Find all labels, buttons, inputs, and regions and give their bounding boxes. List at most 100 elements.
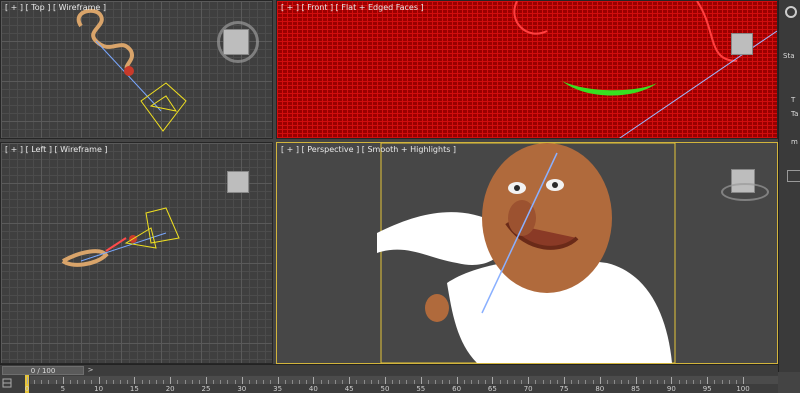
frame-tick xyxy=(392,380,394,384)
frame-tick xyxy=(442,380,444,384)
frame-tick xyxy=(62,377,64,384)
frame-tick xyxy=(449,380,451,384)
perspective-scene xyxy=(377,143,676,363)
frame-tick xyxy=(84,380,86,384)
frame-tick xyxy=(263,380,265,384)
frame-tick xyxy=(41,380,43,384)
frame-tick xyxy=(241,377,243,384)
frame-tick xyxy=(256,380,258,384)
frame-tick xyxy=(248,380,250,384)
viewcube-icon[interactable] xyxy=(227,171,249,193)
panel-input[interactable] xyxy=(787,170,800,182)
frame-tick xyxy=(120,380,122,384)
viewcube-ring[interactable] xyxy=(721,183,769,201)
panel-item: Ta xyxy=(791,110,799,118)
viewport-top[interactable]: [ + ] [ Top ] [ Wireframe ] xyxy=(0,0,273,139)
frame-tick xyxy=(55,380,57,384)
frame-tick xyxy=(721,380,723,384)
frame-tick-label: 55 xyxy=(416,385,426,393)
frame-tick xyxy=(628,380,630,384)
frame-tick xyxy=(463,380,465,384)
frame-tick xyxy=(614,380,616,384)
character-hand xyxy=(425,294,449,322)
frame-tick xyxy=(542,380,544,384)
time-slider-thumb[interactable]: 0 / 100 xyxy=(2,366,84,375)
frame-tick xyxy=(606,380,608,384)
frame-tick xyxy=(521,380,523,384)
frame-tick xyxy=(678,380,680,384)
frame-tick xyxy=(406,380,408,384)
frame-tick xyxy=(735,380,737,384)
frame-tick xyxy=(664,380,666,384)
frame-tick xyxy=(599,377,601,384)
frame-tick-label: 95 xyxy=(702,385,712,393)
frame-tick xyxy=(34,380,36,384)
camera-target-line xyxy=(95,40,162,112)
frame-tick xyxy=(370,380,372,384)
viewport-top-label[interactable]: [ + ] [ Top ] [ Wireframe ] xyxy=(5,3,106,12)
frame-tick xyxy=(284,380,286,384)
command-panel[interactable]: Sta T Ta m xyxy=(778,0,800,372)
key-filter-icon[interactable] xyxy=(2,378,12,388)
viewport-left[interactable]: [ + ] [ Left ] [ Wireframe ] xyxy=(0,142,273,364)
panel-item[interactable]: Sta xyxy=(783,52,794,60)
viewport-perspective[interactable]: [ + ] [ Perspective ] [ Smooth + Highlig… xyxy=(276,142,778,364)
frame-tick xyxy=(528,377,530,384)
frame-tick-label: 70 xyxy=(523,385,533,393)
camera-line xyxy=(619,30,777,138)
frame-tick xyxy=(306,380,308,384)
frame-tick xyxy=(342,380,344,384)
camera-frustum-inner xyxy=(149,95,178,112)
frame-tick xyxy=(227,380,229,384)
viewport-front[interactable]: [ + ] [ Front ] [ Flat + Edged Faces ] xyxy=(276,0,778,139)
frame-tick-label: 40 xyxy=(308,385,318,393)
frame-tick xyxy=(277,377,279,384)
frame-tick xyxy=(743,377,744,384)
frame-tick xyxy=(585,380,587,384)
frame-tick-label: 75 xyxy=(559,385,569,393)
frame-tick xyxy=(377,380,379,384)
frame-tick xyxy=(714,380,716,384)
frame-tick xyxy=(692,380,694,384)
frame-tick-label: 85 xyxy=(631,385,641,393)
frame-tick xyxy=(492,377,494,384)
frame-tick xyxy=(506,380,508,384)
viewcube-icon[interactable] xyxy=(731,33,753,55)
frame-tick xyxy=(141,380,143,384)
front-scene xyxy=(513,1,777,138)
frame-tick xyxy=(385,377,386,384)
frame-tick xyxy=(213,380,215,384)
frame-tick xyxy=(700,380,702,384)
frame-tick xyxy=(198,380,200,384)
frame-tick xyxy=(291,380,293,384)
frame-tick xyxy=(420,377,422,384)
frame-tick xyxy=(105,380,107,384)
frame-tick xyxy=(578,380,580,384)
frame-tick xyxy=(685,380,687,384)
frame-tick-label: 65 xyxy=(487,385,497,393)
frame-tick xyxy=(427,380,429,384)
next-frame-icon[interactable]: > xyxy=(86,366,95,375)
frame-tick xyxy=(349,377,351,384)
frame-tick xyxy=(571,380,573,384)
viewcube-icon[interactable] xyxy=(223,29,249,55)
frame-tick-label: 50 xyxy=(380,385,390,393)
frame-tick xyxy=(649,380,651,384)
viewport-front-label[interactable]: [ + ] [ Front ] [ Flat + Edged Faces ] xyxy=(281,3,424,12)
frame-tick xyxy=(327,380,329,384)
frame-tick-label: 25 xyxy=(201,385,211,393)
frame-tick xyxy=(134,377,136,384)
viewport-perspective-label[interactable]: [ + ] [ Perspective ] [ Smooth + Highlig… xyxy=(281,145,456,154)
frame-tick-label: 60 xyxy=(452,385,462,393)
frame-tick xyxy=(399,380,401,384)
light-object xyxy=(124,66,134,76)
frame-tick-label: 100 xyxy=(736,385,750,393)
frame-tick xyxy=(635,377,637,384)
frame-tick xyxy=(564,377,565,384)
frame-tick xyxy=(535,380,537,384)
viewport-left-label[interactable]: [ + ] [ Left ] [ Wireframe ] xyxy=(5,145,108,154)
trackbar[interactable]: 0 5 10 15 20 25 30 35 40 45 50 55 60 65 70 75 80 85 90 95 10… xyxy=(0,375,778,393)
frame-tick xyxy=(220,380,222,384)
settings-icon[interactable] xyxy=(785,6,797,18)
frame-tick xyxy=(48,380,50,384)
